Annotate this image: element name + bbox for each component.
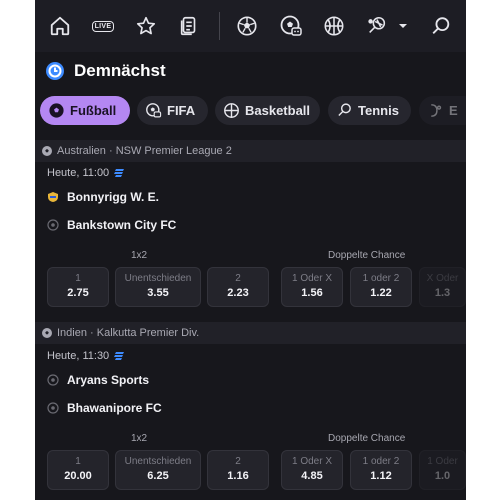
odd-value: 1.0 bbox=[434, 470, 451, 482]
soccer-icon[interactable] bbox=[234, 13, 260, 39]
chip-football[interactable]: Fußball bbox=[40, 96, 130, 125]
sport-filter-chips: Fußball FIFA Basketball Tennis E bbox=[35, 96, 466, 126]
betslip-icon[interactable] bbox=[176, 13, 202, 39]
chip-tennis[interactable]: Tennis bbox=[328, 96, 411, 125]
tennis-icon bbox=[336, 102, 353, 119]
search-icon[interactable] bbox=[428, 13, 454, 39]
odd-value: 20.00 bbox=[64, 470, 92, 482]
fifa-icon bbox=[145, 102, 162, 119]
live-stream-icon bbox=[113, 350, 125, 362]
chip-fifa[interactable]: FIFA bbox=[137, 96, 208, 125]
odd-label: 1 Oder X bbox=[291, 456, 333, 467]
chip-label: FIFA bbox=[167, 103, 196, 118]
odd-label: 1 bbox=[75, 273, 81, 284]
chevron-down-icon[interactable] bbox=[395, 13, 411, 39]
market-label-double-chance: Doppelte Chance bbox=[328, 433, 406, 444]
section-header: Demnächst bbox=[35, 55, 466, 87]
match-time-text: Heute, 11:00 bbox=[47, 167, 110, 179]
clock-icon bbox=[45, 61, 65, 81]
odd-button[interactable]: Unentschieden 3.55 bbox=[115, 267, 201, 307]
fifa-icon[interactable] bbox=[278, 13, 304, 39]
home-team-name: Bonnyrigg W. E. bbox=[67, 190, 159, 204]
match-time-text: Heute, 11:30 bbox=[47, 350, 110, 362]
odd-button[interactable]: 2 2.23 bbox=[207, 267, 269, 307]
odd-button[interactable]: 1 Oder X 4.85 bbox=[281, 450, 343, 490]
odd-value: 1.12 bbox=[370, 470, 392, 482]
team-crest-icon bbox=[47, 374, 59, 386]
odd-value: 2.23 bbox=[227, 287, 249, 299]
odd-value: 1.16 bbox=[227, 470, 249, 482]
odd-button[interactable]: 1 20.00 bbox=[47, 450, 109, 490]
odd-value: 6.25 bbox=[147, 470, 169, 482]
away-team-name: Bhawanipore FC bbox=[67, 401, 162, 415]
odd-button[interactable]: 1 oder 2 1.22 bbox=[350, 267, 412, 307]
odd-value: 1.56 bbox=[301, 287, 323, 299]
odd-button[interactable]: X Oder 1.3 bbox=[419, 267, 466, 307]
odd-label: 1 bbox=[75, 456, 81, 467]
chip-label: Fußball bbox=[70, 103, 117, 118]
away-team[interactable]: Bhawanipore FC bbox=[47, 401, 162, 415]
odd-value: 2.75 bbox=[67, 287, 89, 299]
sportsbook-app: LIVE Demnächst Fußball FIFA Basketball T… bbox=[35, 0, 466, 500]
chip-label: Basketball bbox=[245, 103, 311, 118]
soccer-icon bbox=[41, 327, 53, 339]
esports-icon bbox=[427, 102, 444, 119]
odd-label: 1 oder 2 bbox=[362, 456, 400, 467]
league-name: Australien · NSW Premier League 2 bbox=[57, 145, 232, 157]
basketball-icon[interactable] bbox=[321, 13, 347, 39]
odd-button[interactable]: 1 2.75 bbox=[47, 267, 109, 307]
tennis-icon[interactable] bbox=[364, 13, 390, 39]
odd-value: 4.85 bbox=[301, 470, 323, 482]
odd-value: 1.22 bbox=[370, 287, 392, 299]
odd-label: X Oder bbox=[426, 273, 459, 284]
league-header[interactable]: Indien · Kalkutta Premier Div. bbox=[35, 322, 466, 344]
home-team-name: Aryans Sports bbox=[67, 373, 150, 387]
odd-label: 1 Oder bbox=[427, 456, 458, 467]
team-crest-icon bbox=[47, 191, 59, 203]
chip-label: Tennis bbox=[358, 103, 399, 118]
home-icon[interactable] bbox=[47, 13, 73, 39]
basketball-icon bbox=[223, 102, 240, 119]
live-icon[interactable]: LIVE bbox=[89, 13, 117, 39]
odd-value: 3.55 bbox=[147, 287, 169, 299]
chip-label: E bbox=[449, 103, 458, 118]
nav-divider bbox=[219, 12, 220, 40]
live-label: LIVE bbox=[91, 20, 115, 32]
market-label-double-chance: Doppelte Chance bbox=[328, 250, 406, 261]
section-title: Demnächst bbox=[74, 61, 166, 80]
league-header[interactable]: Australien · NSW Premier League 2 bbox=[35, 140, 466, 162]
match-time: Heute, 11:00 bbox=[47, 167, 125, 179]
soccer-icon bbox=[48, 102, 65, 119]
team-crest-icon bbox=[47, 219, 59, 231]
market-label-1x2: 1x2 bbox=[131, 433, 148, 444]
live-stream-icon bbox=[113, 167, 125, 179]
odd-button[interactable]: 1 oder 2 1.12 bbox=[350, 450, 412, 490]
odd-button[interactable]: Unentschieden 6.25 bbox=[115, 450, 201, 490]
odd-label: 2 bbox=[235, 456, 241, 467]
odd-value: 1.3 bbox=[434, 287, 451, 299]
odd-label: 1 Oder X bbox=[291, 273, 333, 284]
odd-button[interactable]: 2 1.16 bbox=[207, 450, 269, 490]
odd-button[interactable]: 1 Oder X 1.56 bbox=[281, 267, 343, 307]
league-name: Indien · Kalkutta Premier Div. bbox=[57, 327, 200, 339]
odd-label: Unentschieden bbox=[124, 273, 192, 284]
odd-label: 2 bbox=[235, 273, 241, 284]
match-time: Heute, 11:30 bbox=[47, 350, 125, 362]
market-label-1x2: 1x2 bbox=[131, 250, 148, 261]
chip-esports[interactable]: E bbox=[419, 96, 466, 125]
odd-label: 1 oder 2 bbox=[362, 273, 400, 284]
away-team[interactable]: Bankstown City FC bbox=[47, 218, 176, 232]
away-team-name: Bankstown City FC bbox=[67, 218, 177, 232]
chip-basketball[interactable]: Basketball bbox=[215, 96, 320, 125]
team-crest-icon bbox=[47, 402, 59, 414]
star-icon[interactable] bbox=[133, 13, 159, 39]
top-navigation: LIVE bbox=[35, 0, 466, 52]
odd-label: Unentschieden bbox=[124, 456, 192, 467]
odd-button[interactable]: 1 Oder 1.0 bbox=[419, 450, 466, 490]
home-team[interactable]: Bonnyrigg W. E. bbox=[47, 190, 159, 204]
home-team[interactable]: Aryans Sports bbox=[47, 373, 149, 387]
soccer-icon bbox=[41, 145, 53, 157]
